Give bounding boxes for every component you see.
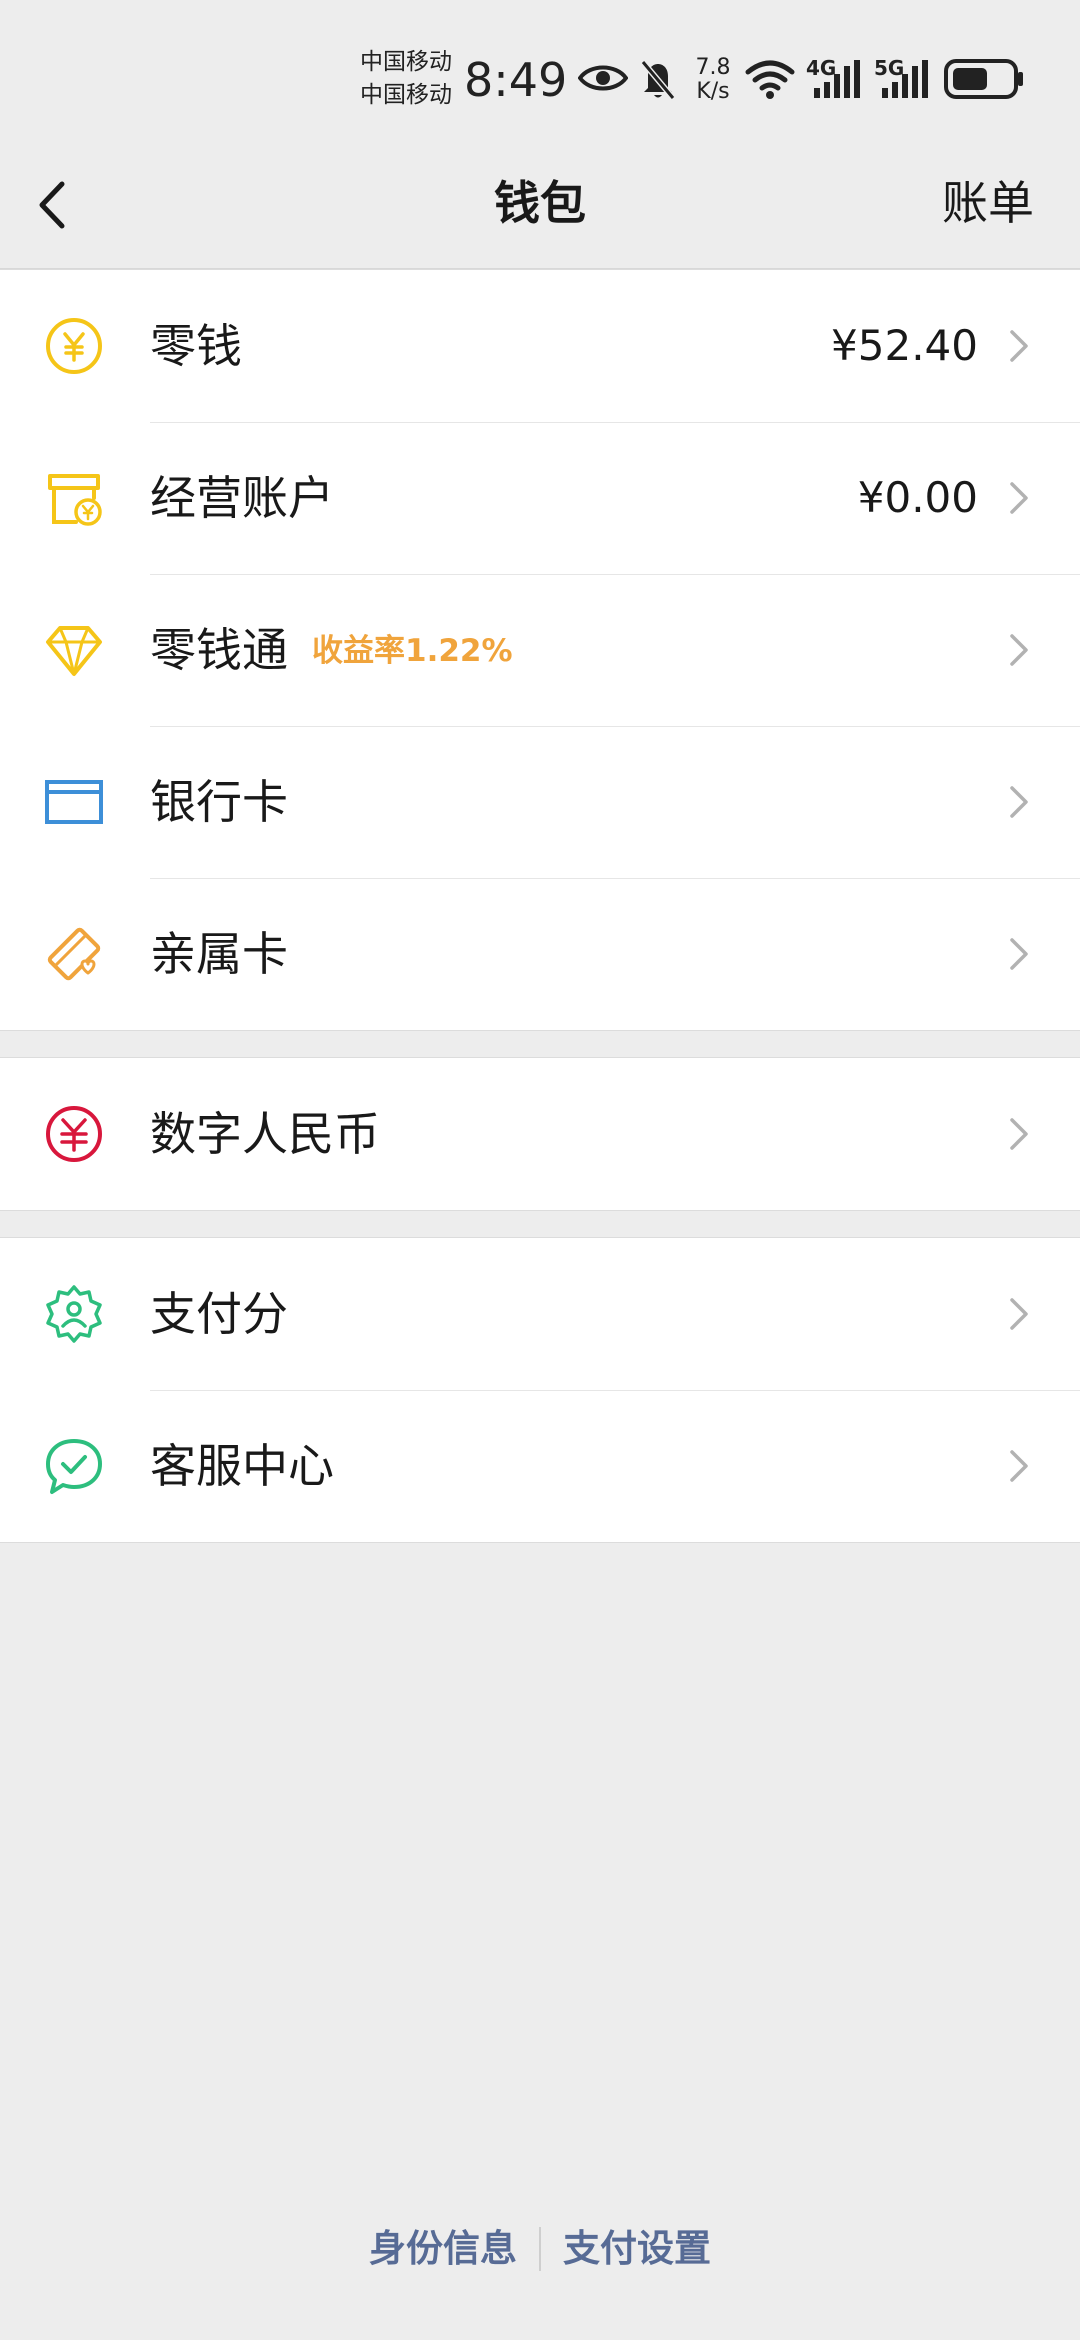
net-speed-value: 7.8: [695, 55, 731, 80]
bill-button[interactable]: 账单: [942, 174, 1034, 232]
digital-rmb-icon: [46, 1106, 102, 1162]
wallet-group-main: 零钱 ¥52.40 经营账户 ¥0.00 零钱通 收益率1.22% 银行卡 亲属…: [0, 269, 1080, 1031]
list-item-pay-score[interactable]: 支付分: [0, 1238, 1080, 1390]
nav-bar: 钱包 账单: [0, 150, 1080, 268]
battery-icon: [944, 59, 1023, 99]
status-time: 8:49: [464, 53, 568, 107]
bell-off-icon: [640, 60, 676, 100]
list-item-family-card[interactable]: 亲属卡: [0, 878, 1080, 1030]
list-item-digital-rmb[interactable]: 数字人民币: [0, 1058, 1080, 1210]
list-item-label: 零钱通: [150, 623, 288, 677]
list-item-label: 零钱: [150, 319, 242, 373]
balance-value: ¥52.40: [831, 321, 978, 370]
chevron-right-icon: [1010, 938, 1028, 970]
signal-icon: [882, 60, 928, 98]
footer-links: 身份信息 支付设置: [0, 2220, 1080, 2276]
diamond-icon: [46, 626, 102, 676]
footer-divider: [539, 2226, 541, 2271]
chat-check-icon: [46, 1439, 102, 1494]
chevron-right-icon: [1010, 1450, 1028, 1482]
net-speed: 7.8 K/s: [693, 56, 733, 104]
store-icon: [48, 474, 102, 526]
badge-person-icon: [46, 1285, 102, 1343]
chevron-right-icon: [1010, 786, 1028, 818]
business-balance-value: ¥0.00: [857, 473, 978, 522]
list-item-label: 客服中心: [150, 1439, 334, 1493]
signal-icon: [814, 60, 860, 98]
chevron-right-icon: [1010, 1118, 1028, 1150]
list-item-label: 经营账户: [150, 471, 334, 525]
list-item-customer-service[interactable]: 客服中心: [0, 1390, 1080, 1542]
eye-icon: [578, 65, 628, 91]
chevron-right-icon: [1010, 482, 1028, 514]
status-bar: 中国移动 中国移动 8:49 7.8 K/s 4G 5G: [0, 0, 1080, 150]
wallet-group-services: 支付分 客服中心: [0, 1237, 1080, 1543]
pay-settings-link[interactable]: 支付设置: [563, 2222, 711, 2276]
list-item-label: 支付分: [150, 1287, 288, 1341]
list-item-change-plus[interactable]: 零钱通 收益率1.22%: [0, 574, 1080, 726]
list-item-label: 亲属卡: [150, 927, 288, 981]
wifi-icon: [745, 60, 795, 99]
carrier-names: 中国移动 中国移动: [360, 46, 452, 112]
list-item-label: 银行卡: [150, 775, 288, 829]
identity-info-link[interactable]: 身份信息: [369, 2222, 517, 2276]
carrier-1: 中国移动: [360, 49, 452, 75]
page-title: 钱包: [494, 176, 586, 230]
bank-card-icon: [45, 780, 103, 824]
chevron-right-icon: [1010, 1298, 1028, 1330]
chevron-right-icon: [1010, 634, 1028, 666]
wallet-group-digital-rmb: 数字人民币: [0, 1057, 1080, 1211]
net-speed-unit: K/s: [696, 79, 730, 104]
yield-rate-badge: 收益率1.22%: [312, 633, 513, 669]
list-item-label: 数字人民币: [150, 1107, 380, 1161]
family-card-icon: [47, 927, 101, 981]
carrier-2: 中国移动: [360, 82, 452, 108]
coin-icon: [46, 318, 102, 374]
list-item-business-account[interactable]: 经营账户 ¥0.00: [0, 422, 1080, 574]
list-item-change[interactable]: 零钱 ¥52.40: [0, 270, 1080, 422]
chevron-right-icon: [1010, 330, 1028, 362]
list-item-bank-card[interactable]: 银行卡: [0, 726, 1080, 878]
